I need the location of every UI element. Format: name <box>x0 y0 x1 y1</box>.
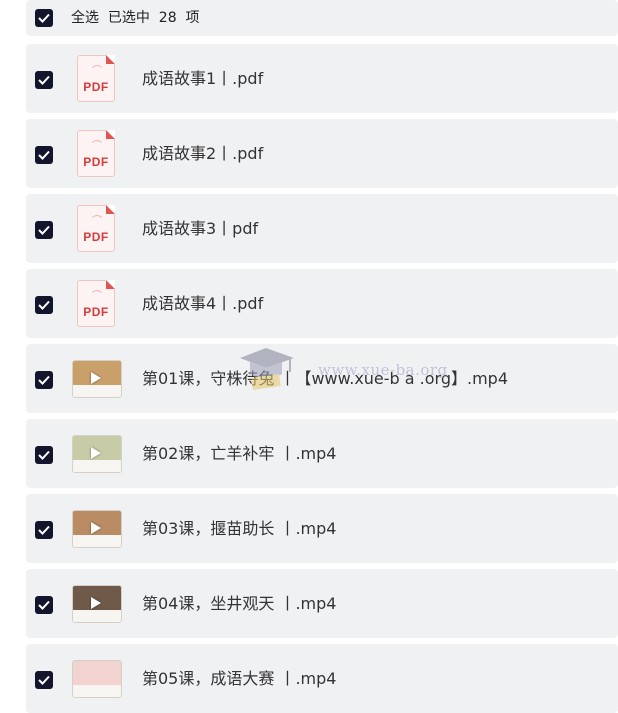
play-icon <box>91 522 101 534</box>
file-name[interactable]: 第03课，揠苗助长 丨.mp4 <box>142 518 336 540</box>
video-thumbnail <box>72 504 122 554</box>
file-checkbox[interactable] <box>35 446 53 464</box>
file-checkbox[interactable] <box>35 521 53 539</box>
checkmark-icon <box>38 375 50 385</box>
checkmark-icon <box>38 225 50 235</box>
pdf-icon-label: PDF <box>83 230 109 244</box>
file-checkbox[interactable] <box>35 296 53 314</box>
file-checkbox[interactable] <box>35 146 53 164</box>
file-name[interactable]: 成语故事2丨.pdf <box>142 143 263 165</box>
checkmark-icon <box>38 600 50 610</box>
file-checkbox[interactable] <box>35 671 53 689</box>
file-row[interactable]: 第04课，坐井观天 丨.mp4 <box>26 569 618 638</box>
file-name[interactable]: 第01课，守株待兔 丨【www.xue-b a .org】.mp4 <box>142 368 508 390</box>
video-thumbnail <box>72 579 122 629</box>
checkmark-icon <box>38 13 50 23</box>
checkmark-icon <box>38 675 50 685</box>
checkmark-icon <box>38 300 50 310</box>
file-name[interactable]: 第05课，成语大赛 丨.mp4 <box>142 668 336 690</box>
file-row[interactable]: ⌒ PDF 成语故事3丨pdf <box>26 194 618 263</box>
play-icon <box>91 447 101 459</box>
checkmark-icon <box>38 75 50 85</box>
checkmark-icon <box>38 450 50 460</box>
pdf-file-icon: ⌒ PDF <box>72 204 122 254</box>
pdf-icon-label: PDF <box>83 305 109 319</box>
video-thumbnail <box>72 354 122 404</box>
file-checkbox[interactable] <box>35 596 53 614</box>
pdf-icon-label: PDF <box>83 155 109 169</box>
select-all-label: 全选 已选中 28 项 <box>71 10 200 26</box>
file-name[interactable]: 第04课，坐井观天 丨.mp4 <box>142 593 336 615</box>
file-name[interactable]: 成语故事1丨.pdf <box>142 68 263 90</box>
play-icon <box>91 372 101 384</box>
play-icon <box>91 597 101 609</box>
file-row[interactable]: 第02课，亡羊补牢 丨.mp4 <box>26 419 618 488</box>
video-thumbnail <box>72 654 122 704</box>
file-name[interactable]: 第02课，亡羊补牢 丨.mp4 <box>142 443 336 465</box>
file-checkbox[interactable] <box>35 71 53 89</box>
file-row[interactable]: 第03课，揠苗助长 丨.mp4 <box>26 494 618 563</box>
pdf-file-icon: ⌒ PDF <box>72 279 122 329</box>
select-all-bar: 全选 已选中 28 项 <box>26 0 618 36</box>
file-checkbox[interactable] <box>35 221 53 239</box>
video-thumbnail <box>72 429 122 479</box>
file-name[interactable]: 成语故事4丨.pdf <box>142 293 263 315</box>
file-checkbox[interactable] <box>35 371 53 389</box>
select-all-checkbox[interactable] <box>35 9 53 27</box>
checkmark-icon <box>38 150 50 160</box>
pdf-file-icon: ⌒ PDF <box>72 54 122 104</box>
checkmark-icon <box>38 525 50 535</box>
file-row[interactable]: ⌒ PDF 成语故事2丨.pdf <box>26 119 618 188</box>
file-row[interactable]: ⌒ PDF 成语故事4丨.pdf <box>26 269 618 338</box>
pdf-file-icon: ⌒ PDF <box>72 129 122 179</box>
file-row[interactable]: ⌒ PDF 成语故事1丨.pdf <box>26 44 618 113</box>
file-name[interactable]: 成语故事3丨pdf <box>142 218 258 240</box>
file-row[interactable]: 第05课，成语大赛 丨.mp4 <box>26 644 618 713</box>
pdf-icon-label: PDF <box>83 80 109 94</box>
file-row[interactable]: 第01课，守株待兔 丨【www.xue-b a .org】.mp4 <box>26 344 618 413</box>
